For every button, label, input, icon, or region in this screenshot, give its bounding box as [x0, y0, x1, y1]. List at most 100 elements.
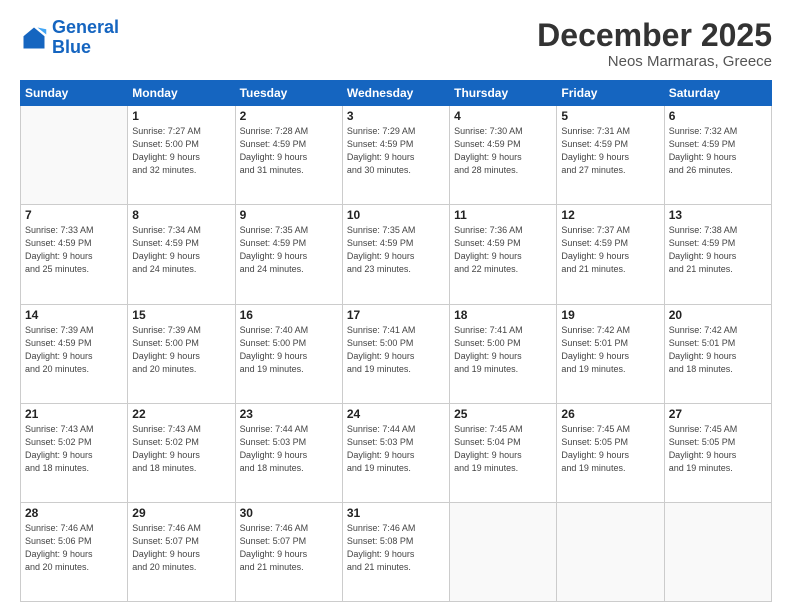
calendar-cell: 28 Sunrise: 7:46 AM Sunset: 5:06 PM Dayli…: [21, 502, 128, 601]
day-info: Sunrise: 7:41 AM Sunset: 5:00 PM Dayligh…: [454, 324, 552, 376]
day-info: Sunrise: 7:33 AM Sunset: 4:59 PM Dayligh…: [25, 224, 123, 276]
calendar-cell: 20Sunrise: 7:42 AM Sunset: 5:01 PM Dayli…: [664, 304, 771, 403]
day-info: Sunrise: 7:27 AM Sunset: 5:00 PM Dayligh…: [132, 125, 230, 177]
calendar-cell: 29 Sunrise: 7:46 AM Sunset: 5:07 PM Dayli…: [128, 502, 235, 601]
calendar-cell: 15 Sunrise: 7:39 AM Sunset: 5:00 PM Dayli…: [128, 304, 235, 403]
calendar-cell: 3Sunrise: 7:29 AM Sunset: 4:59 PM Daylig…: [342, 106, 449, 205]
day-info: Sunrise: 7:43 AM Sunset: 5:02 PM Dayligh…: [25, 423, 123, 475]
calendar-cell: [557, 502, 664, 601]
logo-line1: General: [52, 17, 119, 37]
calendar-cell: 7 Sunrise: 7:33 AM Sunset: 4:59 PM Daylig…: [21, 205, 128, 304]
calendar-cell: 24 Sunrise: 7:44 AM Sunset: 5:03 PM Dayli…: [342, 403, 449, 502]
calendar-cell: 9Sunrise: 7:35 AM Sunset: 4:59 PM Daylig…: [235, 205, 342, 304]
calendar-cell: 12Sunrise: 7:37 AM Sunset: 4:59 PM Dayli…: [557, 205, 664, 304]
week-row-2: 7 Sunrise: 7:33 AM Sunset: 4:59 PM Daylig…: [21, 205, 772, 304]
day-number: 26: [561, 407, 659, 421]
day-number: 28: [25, 506, 123, 520]
day-info: Sunrise: 7:34 AM Sunset: 4:59 PM Dayligh…: [132, 224, 230, 276]
calendar-cell: 14 Sunrise: 7:39 AM Sunset: 4:59 PM Dayli…: [21, 304, 128, 403]
day-info: Sunrise: 7:43 AM Sunset: 5:02 PM Dayligh…: [132, 423, 230, 475]
calendar-cell: [450, 502, 557, 601]
day-number: 20: [669, 308, 767, 322]
day-info: Sunrise: 7:46 AM Sunset: 5:07 PM Dayligh…: [240, 522, 338, 574]
day-info: Sunrise: 7:44 AM Sunset: 5:03 PM Dayligh…: [347, 423, 445, 475]
day-number: 13: [669, 208, 767, 222]
day-number: 31: [347, 506, 445, 520]
calendar-cell: 2 Sunrise: 7:28 AM Sunset: 4:59 PM Daylig…: [235, 106, 342, 205]
calendar-cell: 10Sunrise: 7:35 AM Sunset: 4:59 PM Dayli…: [342, 205, 449, 304]
day-header-friday: Friday: [557, 81, 664, 106]
day-number: 7: [25, 208, 123, 222]
calendar-cell: [664, 502, 771, 601]
day-info: Sunrise: 7:36 AM Sunset: 4:59 PM Dayligh…: [454, 224, 552, 276]
day-info: Sunrise: 7:35 AM Sunset: 4:59 PM Dayligh…: [240, 224, 338, 276]
day-header-monday: Monday: [128, 81, 235, 106]
calendar-cell: 6 Sunrise: 7:32 AM Sunset: 4:59 PM Daylig…: [664, 106, 771, 205]
day-info: Sunrise: 7:46 AM Sunset: 5:07 PM Dayligh…: [132, 522, 230, 574]
day-header-wednesday: Wednesday: [342, 81, 449, 106]
calendar-cell: 22 Sunrise: 7:43 AM Sunset: 5:02 PM Dayli…: [128, 403, 235, 502]
header: General Blue December 2025 Neos Marmaras…: [20, 18, 772, 70]
calendar-cell: 1 Sunrise: 7:27 AM Sunset: 5:00 PM Daylig…: [128, 106, 235, 205]
calendar-cell: 25 Sunrise: 7:45 AM Sunset: 5:04 PM Dayli…: [450, 403, 557, 502]
day-number: 14: [25, 308, 123, 322]
day-number: 25: [454, 407, 552, 421]
day-info: Sunrise: 7:28 AM Sunset: 4:59 PM Dayligh…: [240, 125, 338, 177]
day-info: Sunrise: 7:46 AM Sunset: 5:08 PM Dayligh…: [347, 522, 445, 574]
day-number: 18: [454, 308, 552, 322]
day-info: Sunrise: 7:29 AM Sunset: 4:59 PM Dayligh…: [347, 125, 445, 177]
subtitle: Neos Marmaras, Greece: [537, 53, 772, 70]
calendar-table: SundayMondayTuesdayWednesdayThursdayFrid…: [20, 80, 772, 602]
day-info: Sunrise: 7:46 AM Sunset: 5:06 PM Dayligh…: [25, 522, 123, 574]
day-number: 19: [561, 308, 659, 322]
day-number: 1: [132, 109, 230, 123]
week-row-3: 14 Sunrise: 7:39 AM Sunset: 4:59 PM Dayli…: [21, 304, 772, 403]
calendar-cell: [21, 106, 128, 205]
day-info: Sunrise: 7:45 AM Sunset: 5:05 PM Dayligh…: [669, 423, 767, 475]
day-info: Sunrise: 7:39 AM Sunset: 5:00 PM Dayligh…: [132, 324, 230, 376]
calendar-cell: 4Sunrise: 7:30 AM Sunset: 4:59 PM Daylig…: [450, 106, 557, 205]
logo-icon: [20, 24, 48, 52]
calendar-cell: 8 Sunrise: 7:34 AM Sunset: 4:59 PM Daylig…: [128, 205, 235, 304]
week-row-1: 1 Sunrise: 7:27 AM Sunset: 5:00 PM Daylig…: [21, 106, 772, 205]
day-number: 29: [132, 506, 230, 520]
logo: General Blue: [20, 18, 119, 58]
calendar-cell: 11 Sunrise: 7:36 AM Sunset: 4:59 PM Dayli…: [450, 205, 557, 304]
day-info: Sunrise: 7:45 AM Sunset: 5:04 PM Dayligh…: [454, 423, 552, 475]
page: General Blue December 2025 Neos Marmaras…: [0, 0, 792, 612]
calendar-cell: 30 Sunrise: 7:46 AM Sunset: 5:07 PM Dayli…: [235, 502, 342, 601]
day-number: 17: [347, 308, 445, 322]
week-row-4: 21 Sunrise: 7:43 AM Sunset: 5:02 PM Dayli…: [21, 403, 772, 502]
title-block: December 2025 Neos Marmaras, Greece: [537, 18, 772, 70]
day-number: 11: [454, 208, 552, 222]
day-number: 23: [240, 407, 338, 421]
day-number: 15: [132, 308, 230, 322]
calendar-cell: 31 Sunrise: 7:46 AM Sunset: 5:08 PM Dayli…: [342, 502, 449, 601]
day-header-sunday: Sunday: [21, 81, 128, 106]
day-number: 8: [132, 208, 230, 222]
day-number: 22: [132, 407, 230, 421]
calendar-cell: 21 Sunrise: 7:43 AM Sunset: 5:02 PM Dayli…: [21, 403, 128, 502]
day-info: Sunrise: 7:40 AM Sunset: 5:00 PM Dayligh…: [240, 324, 338, 376]
day-number: 24: [347, 407, 445, 421]
calendar-cell: 23 Sunrise: 7:44 AM Sunset: 5:03 PM Dayli…: [235, 403, 342, 502]
day-number: 2: [240, 109, 338, 123]
day-info: Sunrise: 7:39 AM Sunset: 4:59 PM Dayligh…: [25, 324, 123, 376]
day-number: 5: [561, 109, 659, 123]
day-info: Sunrise: 7:44 AM Sunset: 5:03 PM Dayligh…: [240, 423, 338, 475]
day-number: 30: [240, 506, 338, 520]
calendar-cell: 19Sunrise: 7:42 AM Sunset: 5:01 PM Dayli…: [557, 304, 664, 403]
logo-text: General Blue: [52, 18, 119, 58]
day-number: 10: [347, 208, 445, 222]
day-info: Sunrise: 7:32 AM Sunset: 4:59 PM Dayligh…: [669, 125, 767, 177]
day-number: 27: [669, 407, 767, 421]
day-number: 6: [669, 109, 767, 123]
logo-line2: Blue: [52, 37, 91, 57]
day-info: Sunrise: 7:30 AM Sunset: 4:59 PM Dayligh…: [454, 125, 552, 177]
main-title: December 2025: [537, 18, 772, 53]
day-number: 12: [561, 208, 659, 222]
day-info: Sunrise: 7:41 AM Sunset: 5:00 PM Dayligh…: [347, 324, 445, 376]
day-number: 21: [25, 407, 123, 421]
calendar-cell: 27 Sunrise: 7:45 AM Sunset: 5:05 PM Dayli…: [664, 403, 771, 502]
calendar-cell: 16Sunrise: 7:40 AM Sunset: 5:00 PM Dayli…: [235, 304, 342, 403]
